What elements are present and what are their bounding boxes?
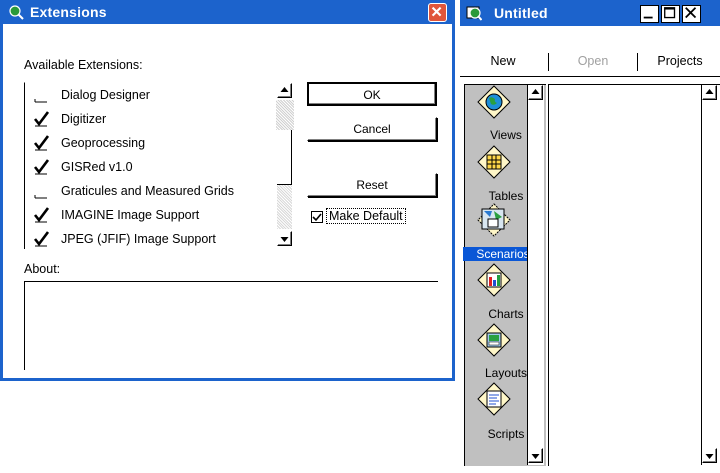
list-item[interactable]: IMAGINE Image Support — [31, 205, 281, 229]
extensions-app-icon — [9, 5, 24, 20]
list-item[interactable]: Geoprocessing — [31, 133, 281, 157]
make-default-label: Make Default — [326, 208, 406, 224]
project-titlebar[interactable]: Untitled — [460, 0, 720, 26]
list-item[interactable]: Digitizer — [31, 109, 281, 133]
make-default-checkbox[interactable]: Make Default — [311, 208, 431, 226]
cancel-button[interactable]: Cancel — [307, 117, 437, 141]
close-icon — [431, 6, 442, 17]
extension-label: Geoprocessing — [61, 136, 146, 150]
projects-button-label: Projects — [657, 54, 703, 68]
ok-button-label: OK — [363, 88, 381, 102]
scroll-track[interactable] — [277, 185, 292, 229]
maximize-button[interactable] — [661, 5, 680, 23]
ok-button[interactable]: OK — [307, 82, 437, 106]
checkmark-icon[interactable] — [33, 135, 49, 151]
extension-label: GISRed v1.0 — [61, 160, 133, 174]
minimize-button[interactable] — [640, 5, 659, 23]
arrow-down-icon — [705, 454, 714, 459]
list-item[interactable]: Dialog Designer — [31, 85, 281, 109]
open-button[interactable]: Open — [550, 50, 636, 72]
extension-label: JPEG (JFIF) Image Support — [61, 232, 216, 246]
arrow-down-icon — [280, 237, 289, 242]
new-button-label: New — [490, 54, 516, 68]
checkmark-icon[interactable] — [33, 159, 49, 175]
checkmark-icon[interactable] — [33, 207, 49, 223]
arrow-up-icon — [531, 89, 540, 94]
open-button-label: Open — [577, 54, 609, 68]
scroll-up-button[interactable] — [528, 85, 543, 100]
scroll-up-button[interactable] — [702, 85, 717, 100]
toolbar-separator — [460, 76, 720, 77]
scenarios-icon[interactable] — [474, 203, 514, 237]
checkmark-icon[interactable] — [33, 231, 49, 247]
doc-type-panel[interactable]: Views Tables Scenarios Charts Layouts Sc… — [463, 84, 546, 466]
tables-grid-icon[interactable] — [474, 145, 514, 179]
list-item[interactable]: JPEG (JFIF) Image Support — [31, 229, 281, 253]
list-item[interactable]: Graticules and Measured Grids — [31, 181, 281, 205]
unchecked-box-icon[interactable] — [33, 183, 49, 199]
extension-label: IMAGINE Image Support — [61, 208, 200, 222]
arrow-up-icon — [705, 89, 714, 94]
arrow-down-icon — [531, 454, 540, 459]
extensions-list[interactable]: Dialog Designer Digitizer Geoprocessing … — [24, 82, 297, 249]
minimize-icon — [643, 16, 653, 19]
cancel-button-label: Cancel — [353, 122, 391, 136]
close-icon — [685, 7, 697, 19]
extensions-title: Extensions — [30, 4, 107, 20]
doc-panel-scrollbar[interactable] — [527, 85, 544, 465]
maximize-icon — [664, 7, 676, 19]
project-app-icon — [466, 6, 482, 21]
extension-label: Digitizer — [61, 112, 107, 126]
projects-button[interactable]: Projects — [640, 50, 720, 72]
about-textbox — [24, 281, 438, 370]
about-label: About: — [24, 262, 61, 276]
views-globe-icon[interactable] — [474, 85, 514, 119]
scroll-down-button[interactable] — [702, 448, 717, 463]
project-toolbar: New Open Projects — [460, 50, 720, 76]
layouts-icon[interactable] — [474, 323, 514, 357]
new-button[interactable]: New — [460, 50, 546, 72]
scroll-down-button[interactable] — [528, 448, 543, 463]
scroll-down-button[interactable] — [277, 231, 292, 246]
checkbox-checked-icon[interactable] — [311, 211, 323, 223]
checkmark-icon[interactable] — [33, 111, 49, 127]
document-list-panel[interactable] — [548, 84, 720, 466]
list-item[interactable]: GISRed v1.0 — [31, 157, 281, 181]
project-title: Untitled — [494, 5, 548, 21]
reset-button-label: Reset — [356, 178, 388, 192]
scroll-track-shade — [276, 100, 294, 130]
extension-label: Graticules and Measured Grids — [61, 184, 234, 198]
scroll-up-button[interactable] — [277, 83, 292, 98]
arrow-up-icon — [280, 87, 289, 92]
unchecked-box-icon[interactable] — [33, 87, 49, 103]
toolbar-divider — [548, 53, 549, 71]
scripts-icon[interactable] — [474, 382, 514, 416]
close-button[interactable] — [428, 3, 447, 22]
reset-button[interactable]: Reset — [307, 173, 437, 197]
charts-bar-icon[interactable] — [474, 263, 514, 297]
extensions-titlebar[interactable]: Extensions — [0, 0, 455, 24]
available-extensions-label: Available Extensions: — [24, 58, 143, 72]
extension-label: Dialog Designer — [61, 88, 150, 102]
doc-list-scrollbar[interactable] — [701, 85, 718, 465]
toolbar-divider — [637, 53, 638, 71]
window-close-button[interactable] — [682, 5, 701, 23]
